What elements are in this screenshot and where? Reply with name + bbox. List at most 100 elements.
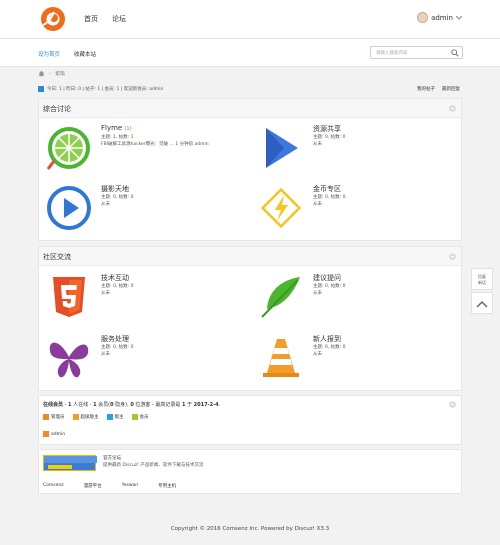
my-posts-link[interactable]: 我的帖子 bbox=[417, 86, 435, 92]
forum-item-tech[interactable]: 技术互动 主题: 0, 帖数: 0 从未 bbox=[39, 268, 249, 328]
section-header: 综合讨论 bbox=[39, 99, 461, 118]
user-menu[interactable]: admin bbox=[417, 12, 462, 23]
chart-icon bbox=[38, 86, 44, 92]
forum-item-service[interactable]: 服务处理 主题: 0, 帖数: 0 从未 bbox=[39, 329, 249, 389]
forum-title-resources[interactable]: 资源共享 bbox=[313, 124, 341, 134]
butterfly-icon bbox=[49, 342, 89, 378]
forum-title-service[interactable]: 服务处理 bbox=[101, 334, 129, 344]
collapse-icon[interactable] bbox=[449, 253, 456, 260]
forum-last-post: 从未 bbox=[313, 142, 322, 147]
nav-forum-link[interactable]: 论坛 bbox=[112, 14, 126, 24]
search-placeholder: 请输入搜索内容 bbox=[376, 51, 408, 56]
today-count-badge: (1) bbox=[124, 126, 132, 132]
stats-text: 今日: 1 | 昨日: 0 | 帖子: 1 | 会员: 1 | 欢迎新会员: a… bbox=[47, 87, 164, 92]
search-icon[interactable] bbox=[451, 49, 459, 57]
traffic-cone-icon bbox=[263, 339, 299, 377]
search-input[interactable]: 请输入搜索内容 bbox=[370, 46, 463, 59]
online-text: 人在线 - bbox=[71, 402, 94, 408]
online-text: 隐身), bbox=[113, 402, 131, 408]
friend-links: Comsenz 漫游平台 Yeswan 专用主机 bbox=[43, 483, 176, 489]
forum-title-tech[interactable]: 技术互动 bbox=[101, 273, 129, 283]
breadcrumb-current[interactable]: 论坛 bbox=[55, 70, 65, 77]
forum-item-photography[interactable]: 摄影天地 主题: 0, 帖数: 0 从未 bbox=[39, 179, 249, 239]
sub-toolbar: 设为首页 收藏本站 请输入搜索内容 bbox=[0, 39, 500, 67]
forum-last-post[interactable]: FBI破解工具源hacker曝光：可破 ... 1 分钟前 admin bbox=[101, 141, 209, 147]
site-logo-icon[interactable] bbox=[40, 6, 66, 32]
forum-last-post: 从未 bbox=[313, 202, 322, 207]
discuz-banner-icon bbox=[44, 456, 97, 469]
collapse-icon[interactable] bbox=[449, 105, 456, 112]
section-title[interactable]: 社区交流 bbox=[43, 252, 71, 262]
quick-reply-button[interactable]: 回复 新话 bbox=[471, 268, 493, 290]
forum-title-gold[interactable]: 金币专区 bbox=[313, 184, 341, 194]
forum-counts: 主题: 0, 帖数: 0 bbox=[101, 284, 134, 289]
forum-counts: 主题: 0, 帖数: 0 bbox=[313, 195, 346, 200]
bookmark-link[interactable]: 收藏本站 bbox=[74, 50, 96, 58]
forum-item-flyme[interactable]: Flyme (1) 主题: 1, 帖数: 1 FBI破解工具源hacker曝光：… bbox=[39, 119, 249, 179]
forum-title-newcomers[interactable]: 新人报到 bbox=[313, 334, 341, 344]
link-comsenz[interactable]: Comsenz bbox=[43, 483, 64, 489]
lime-slice-icon bbox=[46, 127, 90, 170]
home-icon[interactable] bbox=[38, 70, 45, 77]
forum-title-photography[interactable]: 摄影天地 bbox=[101, 184, 129, 194]
friend-links-panel: 官方论坛 提供最新 Discuz! 产品新闻、软件下载与技术交流 Comsenz… bbox=[38, 449, 462, 494]
forum-section-general: 综合讨论 Flyme (1) 主题: 1, 帖数: 1 FBI破解工具源hack… bbox=[38, 98, 462, 241]
online-text: 于 bbox=[185, 402, 194, 408]
feather-icon bbox=[261, 277, 300, 318]
legend-super-mod: 超级版主 bbox=[72, 414, 99, 420]
forum-item-newcomers[interactable]: 新人报到 主题: 0, 帖数: 0 从未 bbox=[251, 329, 461, 389]
partner-description: 提供最新 Discuz! 产品新闻、软件下载与技术交流 bbox=[103, 463, 204, 468]
forum-item-suggestions[interactable]: 建议提问 主题: 0, 帖数: 0 从未 bbox=[251, 268, 461, 328]
link-manyou[interactable]: 漫游平台 bbox=[84, 483, 102, 489]
forum-item-resources[interactable]: 资源共享 主题: 0, 帖数: 0 从未 bbox=[251, 119, 461, 179]
admin-group-icon bbox=[43, 414, 49, 420]
breadcrumb-separator: › bbox=[49, 70, 51, 77]
forum-counts: 主题: 0, 帖数: 0 bbox=[313, 345, 346, 350]
forum-title-flyme[interactable]: Flyme bbox=[101, 124, 122, 132]
online-user-admin[interactable]: admin bbox=[43, 431, 65, 437]
link-yeswan[interactable]: Yeswan bbox=[122, 483, 139, 489]
link-hosting[interactable]: 专用主机 bbox=[158, 483, 176, 489]
latest-replies-link[interactable]: 最新回复 bbox=[442, 86, 460, 92]
collapse-icon[interactable] bbox=[449, 401, 456, 408]
forum-last-post: 从未 bbox=[101, 352, 110, 357]
back-to-top-button[interactable] bbox=[471, 292, 493, 314]
forum-name: Flyme (1) bbox=[101, 124, 132, 132]
forum-title-suggestions[interactable]: 建议提问 bbox=[313, 273, 341, 283]
member-group-icon bbox=[131, 414, 138, 420]
record-date: 2017-2-4 bbox=[193, 402, 219, 408]
username: admin bbox=[431, 13, 453, 22]
online-members-panel: 在线会员 - 1 人在线 - 1 会员(0 隐身), 0 位游客 - 最高记录是… bbox=[38, 395, 462, 445]
legend-member: 会员 bbox=[131, 414, 149, 420]
forum-counts: 主题: 1, 帖数: 1 bbox=[101, 135, 134, 140]
forum-last-post: 从未 bbox=[101, 291, 110, 296]
top-navbar: 首页 论坛 admin bbox=[0, 0, 500, 39]
section-title[interactable]: 综合讨论 bbox=[43, 104, 71, 114]
mod-group-icon bbox=[106, 414, 113, 420]
online-summary: 在线会员 - 1 人在线 - 1 会员(0 隐身), 0 位游客 - 最高记录是… bbox=[43, 401, 220, 408]
chevron-down-icon bbox=[456, 15, 462, 20]
partner-title[interactable]: 官方论坛 bbox=[103, 455, 121, 461]
legend-admin: 管理员 bbox=[43, 414, 65, 420]
forum-last-post: 从未 bbox=[313, 352, 322, 357]
forum-counts: 主题: 0, 帖数: 0 bbox=[101, 345, 134, 350]
breadcrumb: › 论坛 bbox=[38, 70, 65, 77]
nav-home-link[interactable]: 首页 bbox=[84, 14, 98, 24]
forum-counts: 主题: 0, 帖数: 0 bbox=[101, 195, 134, 200]
forum-counts: 主题: 0, 帖数: 0 bbox=[313, 284, 346, 289]
member-group-legend: 管理员 超级版主 版主 会员 bbox=[43, 414, 149, 420]
play-button-icon bbox=[47, 186, 91, 230]
forum-stats: 今日: 1 | 昨日: 0 | 帖子: 1 | 会员: 1 | 欢迎新会员: a… bbox=[38, 86, 163, 92]
html5-icon bbox=[53, 277, 85, 317]
forum-last-post: 从未 bbox=[313, 291, 322, 296]
online-username[interactable]: admin bbox=[51, 432, 65, 437]
online-label[interactable]: 在线会员 bbox=[43, 402, 63, 408]
online-text: 位游客 - 最高记录是 bbox=[133, 402, 182, 408]
online-text: . bbox=[218, 402, 221, 408]
lightning-icon bbox=[260, 187, 302, 229]
online-text: 会员( bbox=[96, 402, 111, 408]
forum-item-gold[interactable]: 金币专区 主题: 0, 帖数: 0 从未 bbox=[251, 179, 461, 239]
set-homepage-link[interactable]: 设为首页 bbox=[38, 50, 60, 58]
legend-mod: 版主 bbox=[106, 414, 124, 420]
discuz-logo[interactable] bbox=[43, 455, 97, 471]
